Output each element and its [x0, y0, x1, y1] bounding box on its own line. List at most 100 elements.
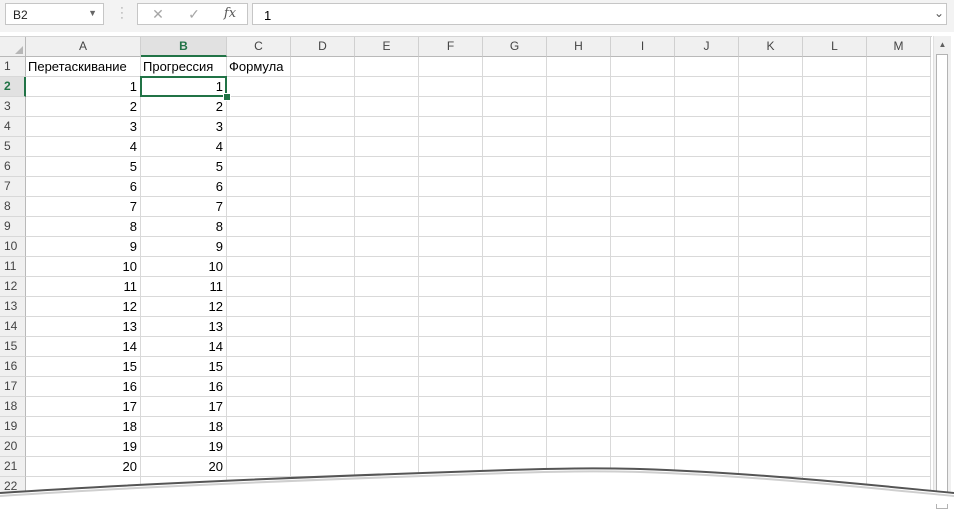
cell-h16[interactable]	[547, 357, 611, 377]
cell-h8[interactable]	[547, 197, 611, 217]
cell-j2[interactable]	[675, 77, 739, 97]
cell-e10[interactable]	[355, 237, 419, 257]
column-header-j[interactable]: J	[675, 37, 739, 57]
cell-k6[interactable]	[739, 157, 803, 177]
column-header-c[interactable]: C	[227, 37, 291, 57]
cell-l3[interactable]	[803, 97, 867, 117]
cell-h20[interactable]	[547, 437, 611, 457]
cell-d13[interactable]	[291, 297, 355, 317]
cell-g16[interactable]	[483, 357, 547, 377]
cell-m14[interactable]	[867, 317, 931, 337]
cell-l20[interactable]	[803, 437, 867, 457]
cell-e12[interactable]	[355, 277, 419, 297]
cell-j10[interactable]	[675, 237, 739, 257]
cell-k18[interactable]	[739, 397, 803, 417]
cell-k13[interactable]	[739, 297, 803, 317]
cell-a20[interactable]: 19	[26, 437, 141, 457]
cell-j1[interactable]	[675, 57, 739, 77]
cell-m9[interactable]	[867, 217, 931, 237]
function-icon[interactable]: fx	[218, 5, 242, 23]
cell-i7[interactable]	[611, 177, 675, 197]
cell-i17[interactable]	[611, 377, 675, 397]
cell-a3[interactable]: 2	[26, 97, 141, 117]
cell-d8[interactable]	[291, 197, 355, 217]
cell-f1[interactable]	[419, 57, 483, 77]
cell-i16[interactable]	[611, 357, 675, 377]
cell-m12[interactable]	[867, 277, 931, 297]
row-header-3[interactable]: 3	[0, 97, 26, 117]
cell-g6[interactable]	[483, 157, 547, 177]
cell-h9[interactable]	[547, 217, 611, 237]
cell-j7[interactable]	[675, 177, 739, 197]
column-header-i[interactable]: I	[611, 37, 675, 57]
cell-f18[interactable]	[419, 397, 483, 417]
cell-a6[interactable]: 5	[26, 157, 141, 177]
cell-g3[interactable]	[483, 97, 547, 117]
cell-h11[interactable]	[547, 257, 611, 277]
cell-m16[interactable]	[867, 357, 931, 377]
cell-k2[interactable]	[739, 77, 803, 97]
cell-k16[interactable]	[739, 357, 803, 377]
formula-input[interactable]: 1 ⌄	[252, 3, 947, 25]
cell-l12[interactable]	[803, 277, 867, 297]
cell-e18[interactable]	[355, 397, 419, 417]
cell-e9[interactable]	[355, 217, 419, 237]
cell-g15[interactable]	[483, 337, 547, 357]
cell-h13[interactable]	[547, 297, 611, 317]
cell-g20[interactable]	[483, 437, 547, 457]
cell-i14[interactable]	[611, 317, 675, 337]
cell-a16[interactable]: 15	[26, 357, 141, 377]
row-header-1[interactable]: 1	[0, 57, 26, 77]
cell-h7[interactable]	[547, 177, 611, 197]
cell-b5[interactable]: 4	[141, 137, 227, 157]
cell-f12[interactable]	[419, 277, 483, 297]
cell-k11[interactable]	[739, 257, 803, 277]
cell-c13[interactable]	[227, 297, 291, 317]
cell-i11[interactable]	[611, 257, 675, 277]
cell-l13[interactable]	[803, 297, 867, 317]
cell-l8[interactable]	[803, 197, 867, 217]
cell-d1[interactable]	[291, 57, 355, 77]
cell-a18[interactable]: 17	[26, 397, 141, 417]
cell-c10[interactable]	[227, 237, 291, 257]
fill-handle[interactable]	[223, 93, 231, 101]
cell-d17[interactable]	[291, 377, 355, 397]
cell-d10[interactable]	[291, 237, 355, 257]
row-header-13[interactable]: 13	[0, 297, 26, 317]
cell-k17[interactable]	[739, 377, 803, 397]
cell-d12[interactable]	[291, 277, 355, 297]
row-header-12[interactable]: 12	[0, 277, 26, 297]
cell-j4[interactable]	[675, 117, 739, 137]
row-header-14[interactable]: 14	[0, 317, 26, 337]
cell-i1[interactable]	[611, 57, 675, 77]
cell-g19[interactable]	[483, 417, 547, 437]
cell-b8[interactable]: 7	[141, 197, 227, 217]
cell-i3[interactable]	[611, 97, 675, 117]
cell-l5[interactable]	[803, 137, 867, 157]
cell-g4[interactable]	[483, 117, 547, 137]
cell-j16[interactable]	[675, 357, 739, 377]
cell-h3[interactable]	[547, 97, 611, 117]
cell-b15[interactable]: 14	[141, 337, 227, 357]
cell-l4[interactable]	[803, 117, 867, 137]
cell-e6[interactable]	[355, 157, 419, 177]
cell-a19[interactable]: 18	[26, 417, 141, 437]
cell-e2[interactable]	[355, 77, 419, 97]
cell-m1[interactable]	[867, 57, 931, 77]
cell-k14[interactable]	[739, 317, 803, 337]
cell-f16[interactable]	[419, 357, 483, 377]
cell-l6[interactable]	[803, 157, 867, 177]
cell-g12[interactable]	[483, 277, 547, 297]
cell-d5[interactable]	[291, 137, 355, 157]
cell-b1[interactable]: Прогрессия	[141, 57, 227, 77]
cell-c19[interactable]	[227, 417, 291, 437]
cell-b18[interactable]: 17	[141, 397, 227, 417]
row-header-20[interactable]: 20	[0, 437, 26, 457]
cell-k15[interactable]	[739, 337, 803, 357]
cell-a9[interactable]: 8	[26, 217, 141, 237]
cell-h12[interactable]	[547, 277, 611, 297]
cell-a12[interactable]: 11	[26, 277, 141, 297]
cell-g10[interactable]	[483, 237, 547, 257]
cell-g7[interactable]	[483, 177, 547, 197]
cell-l14[interactable]	[803, 317, 867, 337]
